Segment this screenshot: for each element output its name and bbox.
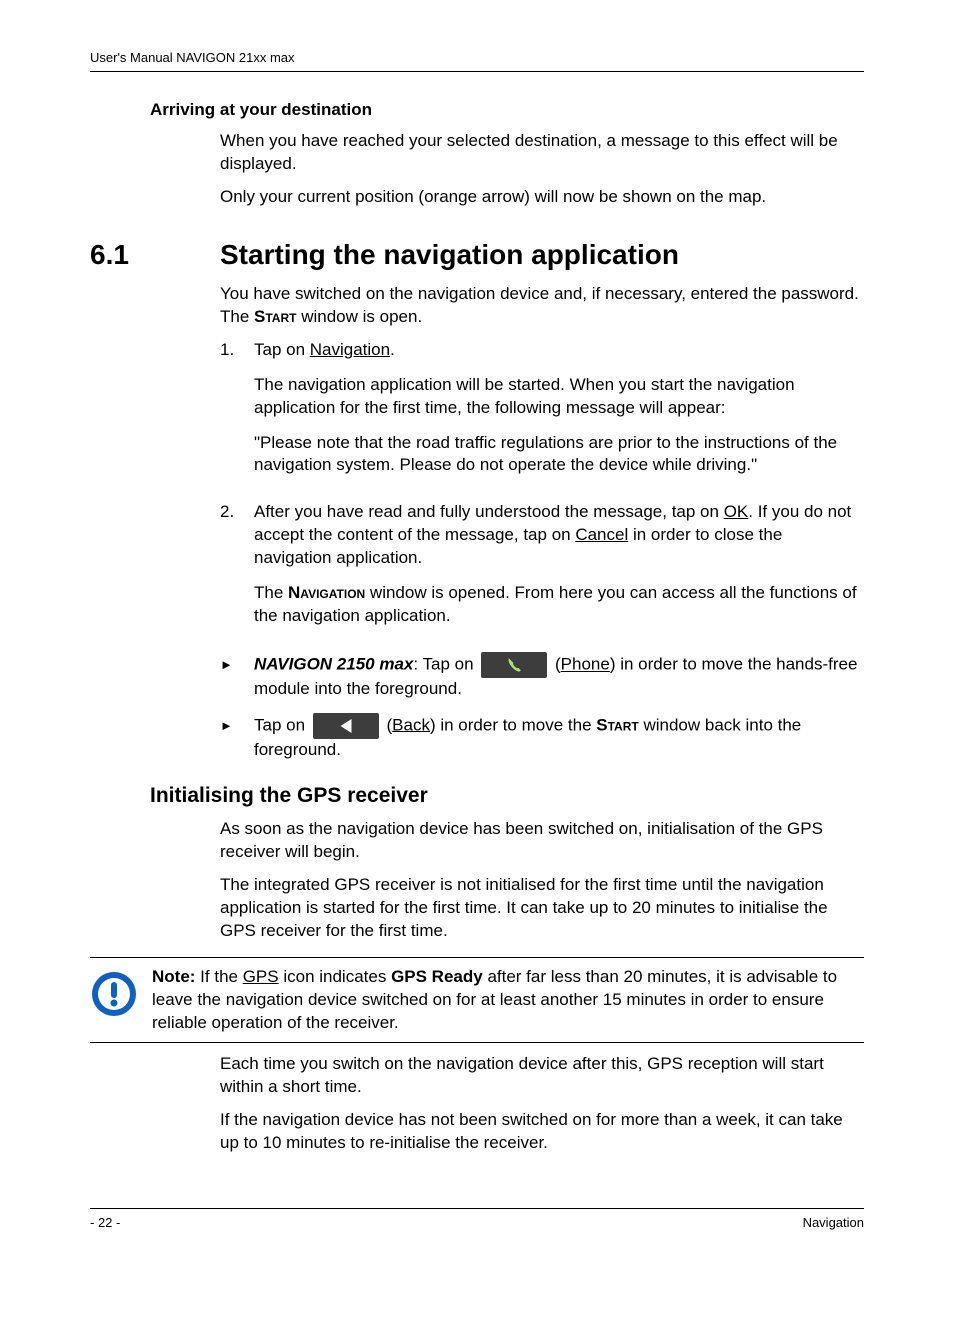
window-name-start: Start (596, 715, 638, 734)
status-gps-ready: GPS Ready (391, 967, 483, 986)
section-title: Starting the navigation application (220, 239, 679, 271)
list-item: 2. After you have read and fully underst… (220, 501, 864, 640)
body-text: If the navigation device has not been sw… (220, 1109, 864, 1155)
text-fragment: After you have read and fully understood… (254, 502, 724, 521)
text-fragment: Tap on (254, 715, 310, 734)
window-name-start: Start (254, 307, 296, 326)
phone-icon (481, 652, 547, 678)
ui-action-back: Back (392, 715, 430, 734)
note-callout: Note: If the GPS icon indicates GPS Read… (90, 957, 864, 1044)
ui-term-gps: GPS (243, 967, 279, 986)
ui-action-navigation: Navigation (310, 340, 390, 359)
text-fragment: : Tap on (413, 655, 478, 674)
list-item: 1. Tap on Navigation. The navigation app… (220, 339, 864, 490)
ui-action-cancel: Cancel (575, 525, 628, 544)
list-number: 1. (220, 339, 254, 490)
body-text: Only your current position (orange arrow… (220, 186, 864, 209)
product-name: NAVIGON 2150 max (254, 655, 413, 674)
note-label: Note: (152, 967, 195, 986)
window-name-navigation: Navigation (288, 583, 365, 602)
bullet-marker: ► (220, 713, 254, 739)
body-text: The integrated GPS receiver is not initi… (220, 874, 864, 943)
back-icon (313, 713, 379, 739)
quoted-message: "Please note that the road traffic regul… (254, 432, 864, 478)
page-number: - 22 - (90, 1215, 120, 1230)
body-text: The navigation application will be start… (254, 374, 864, 420)
text-fragment: . (390, 340, 395, 359)
text-fragment: Tap on (254, 340, 310, 359)
text-fragment: icon indicates (279, 967, 391, 986)
heading-arriving: Arriving at your destination (150, 100, 864, 120)
list-item: ► Tap on (Back) in order to move the Sta… (220, 713, 864, 762)
bullet-marker: ► (220, 652, 254, 678)
alert-icon (90, 970, 138, 1018)
footer-section: Navigation (803, 1215, 864, 1230)
text-fragment: If the (195, 967, 242, 986)
text-fragment: window is open. (296, 307, 422, 326)
body-text: You have switched on the navigation devi… (220, 283, 864, 329)
note-text: Note: If the GPS icon indicates GPS Read… (152, 966, 864, 1035)
body-text: When you have reached your selected dest… (220, 130, 864, 176)
text-fragment: The (254, 583, 288, 602)
text-fragment: ) in order to move the (430, 715, 596, 734)
list-number: 2. (220, 501, 254, 640)
body-text: As soon as the navigation device has bee… (220, 818, 864, 864)
text-fragment: ( (550, 655, 560, 674)
section-number: 6.1 (90, 239, 220, 271)
running-header: User's Manual NAVIGON 21xx max (90, 50, 864, 72)
list-item: ► NAVIGON 2150 max: Tap on (Phone) in or… (220, 652, 864, 701)
ui-action-ok: OK (724, 502, 749, 521)
page-footer: - 22 - Navigation (90, 1208, 864, 1230)
text-fragment: ( (382, 715, 392, 734)
ui-action-phone: Phone (561, 655, 610, 674)
section-heading: 6.1 Starting the navigation application (90, 239, 864, 271)
body-text: Each time you switch on the navigation d… (220, 1053, 864, 1099)
heading-initialising-gps: Initialising the GPS receiver (150, 784, 864, 808)
